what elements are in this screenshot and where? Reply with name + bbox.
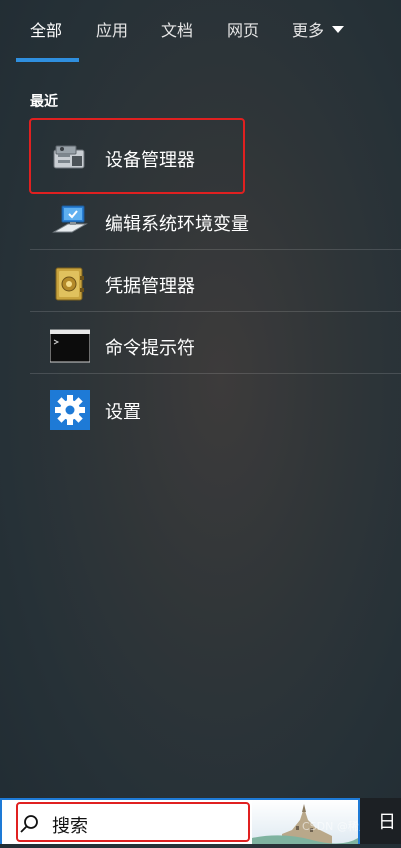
active-tab-indicator (16, 58, 79, 62)
recent-item-label: 命令提示符 (105, 338, 195, 359)
tab-more-label: 更多 (292, 21, 325, 40)
command-prompt-icon (49, 326, 91, 366)
recent-item-label: 设置 (105, 402, 141, 423)
recent-item-label: 编辑系统环境变量 (105, 214, 249, 235)
tab-more[interactable]: 更多 (292, 20, 345, 42)
tab-documents[interactable]: 文档 (161, 20, 193, 42)
recent-item-credential-manager[interactable]: 凭据管理器 (30, 250, 401, 312)
recent-item-label: 凭据管理器 (105, 276, 195, 297)
list-divider (30, 373, 401, 374)
tab-all[interactable]: 全部 (30, 20, 62, 42)
taskbar-glyph: 日 (378, 812, 396, 833)
taskbar-edge: 日 (360, 798, 401, 844)
highlight-annotation-search (16, 802, 250, 842)
system-properties-icon (50, 202, 90, 242)
recent-item-settings[interactable]: 设置 (30, 376, 401, 438)
search-tabs: 全部 应用 文档 网页 更多 (0, 0, 401, 62)
recent-item-edit-env-variables[interactable]: 编辑系统环境变量 (30, 188, 401, 250)
recent-section-title: 最近 (30, 94, 58, 110)
highlight-annotation-device-manager (29, 118, 245, 194)
tab-apps[interactable]: 应用 (96, 20, 128, 42)
chevron-down-icon (332, 26, 345, 33)
settings-gear-icon (50, 390, 90, 430)
tab-web[interactable]: 网页 (227, 20, 259, 42)
credential-manager-icon (50, 264, 90, 304)
recent-item-command-prompt[interactable]: 命令提示符 (30, 312, 401, 374)
